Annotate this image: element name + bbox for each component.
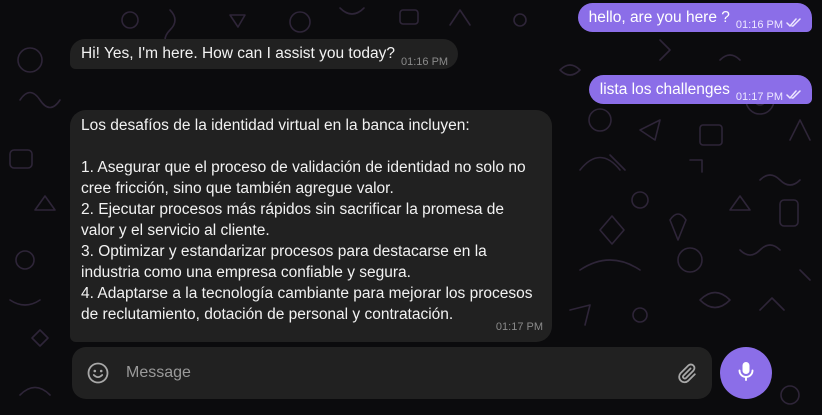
message-text: lista los challenges [599, 81, 730, 98]
message-meta: 01:17 PM [736, 87, 802, 108]
paperclip-icon[interactable] [674, 361, 698, 385]
outgoing-message[interactable]: lista los challenges 01:17 PM [588, 75, 812, 104]
emoji-icon[interactable] [86, 361, 110, 385]
microphone-icon [734, 359, 758, 388]
message-time: 01:17 PM [495, 321, 543, 333]
double-check-icon [786, 15, 802, 36]
incoming-message[interactable]: Los desafíos de la identidad virtual en … [70, 110, 552, 342]
message-meta: 01:16 PM [736, 15, 802, 36]
message-time: 01:16 PM [735, 19, 783, 31]
double-check-icon [786, 87, 802, 108]
message-composer [72, 347, 712, 399]
incoming-message[interactable]: Hi! Yes, I'm here. How can I assist you … [70, 39, 459, 69]
message-text: hello, are you here ? [588, 9, 730, 26]
microphone-button[interactable] [720, 347, 772, 399]
message-list: hello, are you here ? 01:16 PM Hi! Yes, … [0, 0, 822, 342]
outgoing-message[interactable]: hello, are you here ? 01:16 PM [577, 3, 812, 32]
message-time: 01:16 PM [400, 56, 449, 68]
message-text: Hi! Yes, I'm here. How can I assist you … [81, 45, 395, 62]
message-input[interactable] [126, 360, 646, 386]
message-time: 01:17 PM [735, 91, 783, 103]
message-text: Los desafíos de la identidad virtual en … [81, 117, 533, 323]
